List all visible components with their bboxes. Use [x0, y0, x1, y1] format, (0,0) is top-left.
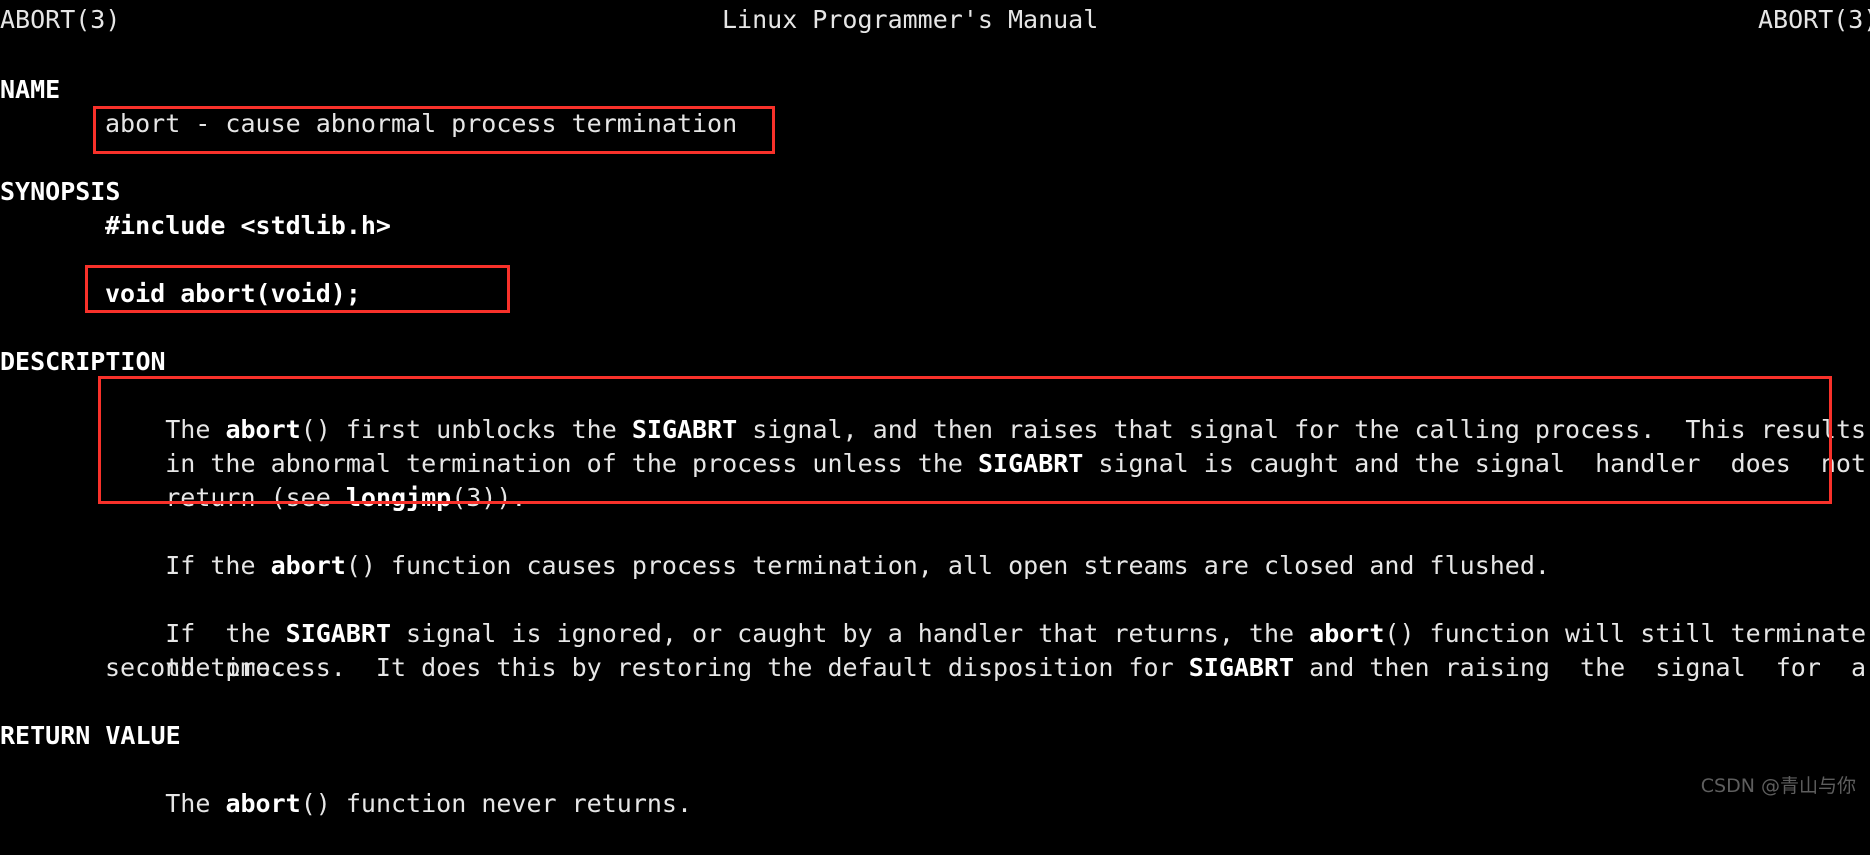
- code-longjmp: longjmp: [345, 483, 452, 512]
- code-sigabrt: SIGABRT: [978, 449, 1084, 478]
- csdn-watermark: CSDN @青山与你: [1700, 775, 1856, 797]
- description-para3-line3: second time.: [105, 653, 286, 682]
- section-heading-synopsis: SYNOPSIS: [0, 177, 121, 206]
- code-sigabrt: SIGABRT: [1188, 653, 1295, 682]
- text-run: the process. It does this by restoring t…: [165, 653, 1189, 682]
- header-left: ABORT(3): [0, 5, 121, 34]
- synopsis-prototype-line: void abort(void);: [105, 279, 361, 308]
- description-para3-line2: the process. It does this by restoring t…: [105, 617, 1866, 719]
- man-page-terminal: ABORT(3) Linux Programmer's Manual ABORT…: [0, 0, 1870, 818]
- section-heading-description: DESCRIPTION: [0, 347, 166, 376]
- text-run: return (see: [165, 483, 346, 512]
- header-right: ABORT(3): [1758, 5, 1870, 34]
- name-body-text: abort - cause abnormal process terminati…: [105, 109, 738, 138]
- text-run: and then raising the signal for a: [1294, 653, 1867, 682]
- text-run: () function causes process termination, …: [345, 551, 1550, 580]
- synopsis-include-line: #include <stdlib.h>: [105, 211, 391, 240]
- code-abort: abort: [270, 551, 346, 580]
- text-run: (3)).: [451, 483, 527, 512]
- return-value-body: The abort() function never returns.: [105, 753, 692, 855]
- section-heading-return-value: RETURN VALUE: [0, 721, 181, 750]
- section-heading-name: NAME: [0, 75, 61, 104]
- text-run: signal is caught and the signal handler …: [1083, 449, 1867, 478]
- header-center-title: Linux Programmer's Manual: [722, 5, 1099, 34]
- text-run: If the: [165, 551, 271, 580]
